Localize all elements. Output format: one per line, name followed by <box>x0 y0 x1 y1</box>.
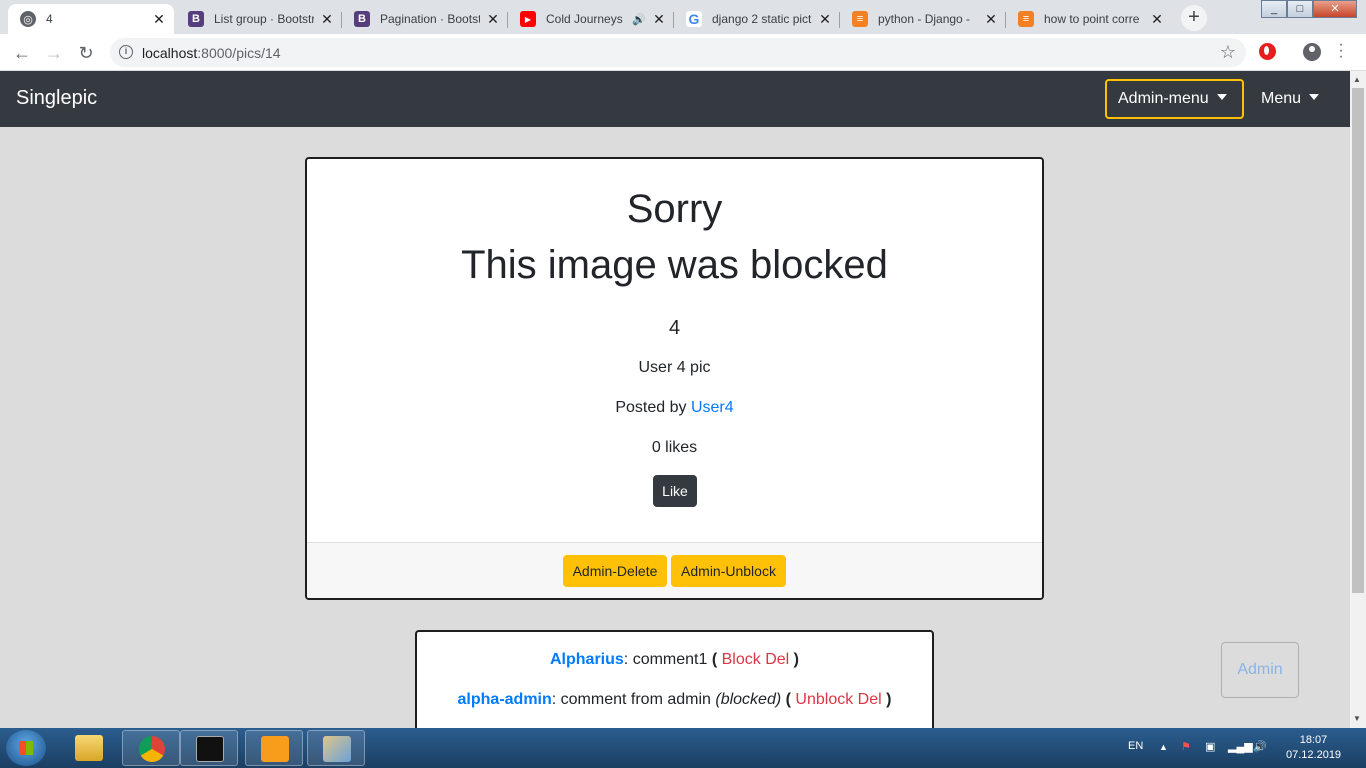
taskbar-chrome[interactable] <box>122 730 180 766</box>
comment-item: alpha-admin: comment from admin (blocked… <box>457 691 892 708</box>
tab-pagination[interactable]: B Pagination · Bootstr ✕ <box>342 4 508 34</box>
unblock-comment-link[interactable]: Unblock <box>795 691 853 708</box>
volume-icon[interactable]: 🔊 <box>1253 740 1267 753</box>
close-tab-icon[interactable]: ✕ <box>486 11 500 28</box>
sublime-icon <box>261 736 289 762</box>
site-navbar: Singlepic Admin-menu Menu <box>0 71 1350 127</box>
cmd-icon <box>196 736 224 762</box>
url-text[interactable]: localhost:8000/pics/14 <box>142 45 281 61</box>
close-tab-icon[interactable]: ✕ <box>984 11 998 28</box>
card-footer: Admin-Delete Admin-Unblock <box>307 542 1042 598</box>
blocked-note: (blocked) <box>715 691 782 708</box>
navbar-brand[interactable]: Singlepic <box>16 87 97 110</box>
close-window-icon[interactable]: ✕ <box>1313 0 1357 18</box>
picture-title: 4 <box>668 317 681 339</box>
browser-toolbar: ← → ↻ i localhost:8000/pics/14 ☆ <box>0 34 1366 71</box>
scroll-up-icon[interactable]: ▲ <box>1353 75 1361 84</box>
minimize-window-icon[interactable]: _ <box>1261 0 1287 18</box>
posted-by: Posted by User4 <box>615 399 734 416</box>
close-tab-icon[interactable]: ✕ <box>652 11 666 28</box>
network-signal-icon[interactable]: ▂▄▆ <box>1228 740 1253 753</box>
profile-icon[interactable] <box>1303 43 1321 61</box>
back-icon[interactable]: ← <box>10 41 34 65</box>
comment-author-link[interactable]: Alpharius <box>550 651 624 668</box>
caret-down-icon <box>1216 94 1227 100</box>
delete-comment-link[interactable]: Del <box>858 691 882 708</box>
admin-unblock-button[interactable]: Admin-Unblock <box>671 555 786 587</box>
taskbar-sublime[interactable] <box>245 730 303 766</box>
show-hidden-icons-icon[interactable]: ▲ <box>1159 742 1168 752</box>
tab-how-to-point[interactable]: ≡ how to point corre ✕ <box>1006 4 1172 34</box>
admin-menu-dropdown[interactable]: Admin-menu <box>1105 79 1244 119</box>
admin-delete-button[interactable]: Admin-Delete <box>563 555 667 587</box>
explorer-icon <box>75 735 103 761</box>
author-link[interactable]: User4 <box>691 399 734 416</box>
close-tab-icon[interactable]: ✕ <box>1150 11 1164 28</box>
comment-author-link[interactable]: alpha-admin <box>458 691 552 708</box>
admin-floating-button[interactable]: Admin <box>1221 642 1299 698</box>
comments-list: Alpharius: comment1 ( Block Del ) alpha-… <box>415 630 934 728</box>
reload-icon[interactable]: ↻ <box>74 41 98 65</box>
tab-django-static[interactable]: G django 2 static pict ✕ <box>674 4 840 34</box>
tab-list-group[interactable]: B List group · Bootstr ✕ <box>176 4 342 34</box>
youtube-icon: ▶ <box>520 11 536 27</box>
chrome-icon <box>139 736 165 762</box>
close-tab-icon[interactable]: ✕ <box>320 11 334 28</box>
system-clock[interactable]: 18:07 07.12.2019 <box>1286 733 1341 763</box>
close-tab-icon[interactable]: ✕ <box>152 11 166 28</box>
action-center-flag-icon[interactable]: ⚑ <box>1181 740 1191 753</box>
stackoverflow-icon: ≡ <box>1018 11 1034 27</box>
windows-taskbar: EN ▲ ⚑ ▣ ▂▄▆ 🔊 18:07 07.12.2019 <box>0 728 1366 768</box>
taskbar-explorer[interactable] <box>60 730 118 766</box>
blocked-heading-sorry: Sorry <box>626 187 723 231</box>
caret-down-icon <box>1309 94 1320 100</box>
taskbar-paint[interactable] <box>307 730 365 766</box>
stackoverflow-icon: ≡ <box>852 11 868 27</box>
bootstrap-icon: B <box>354 11 370 27</box>
browser-tab-strip: ◎ 4 ✕ B List group · Bootstr ✕ B Paginat… <box>0 0 1366 34</box>
delete-comment-link[interactable]: Del <box>765 651 789 668</box>
picture-description: User 4 pic <box>638 359 711 376</box>
paint-icon <box>323 736 351 762</box>
audio-playing-icon[interactable]: 🔊 <box>632 13 646 26</box>
page-viewport: Singlepic Admin-menu Menu Sorry This ima… <box>0 71 1350 728</box>
maximize-window-icon[interactable]: □ <box>1287 0 1313 18</box>
scrollbar-thumb[interactable] <box>1352 88 1364 593</box>
browser-menu-icon[interactable]: · · · <box>1337 37 1345 65</box>
block-comment-link[interactable]: Block <box>722 651 761 668</box>
language-indicator[interactable]: EN <box>1128 740 1143 752</box>
scroll-down-icon[interactable]: ▼ <box>1353 714 1361 723</box>
opera-extension-icon[interactable] <box>1259 43 1276 60</box>
google-icon: G <box>686 11 702 27</box>
tab-cold-journeys[interactable]: ▶ Cold Journeys 🔊 ✕ <box>508 4 674 34</box>
address-bar[interactable]: i localhost:8000/pics/14 ☆ <box>110 38 1246 67</box>
like-button[interactable]: Like <box>653 475 697 507</box>
bookmark-star-icon[interactable]: ☆ <box>1220 42 1236 63</box>
tab-python-django[interactable]: ≡ python - Django - ✕ <box>840 4 1006 34</box>
menu-dropdown[interactable]: Menu <box>1261 79 1320 119</box>
taskbar-cmd[interactable] <box>180 730 238 766</box>
site-info-icon[interactable]: i <box>119 45 133 59</box>
start-button-icon[interactable] <box>6 730 46 766</box>
bootstrap-icon: B <box>188 11 204 27</box>
likes-count: 0 likes <box>651 439 698 456</box>
device-icon[interactable]: ▣ <box>1205 740 1215 753</box>
comment-item: Alpharius: comment1 ( Block Del ) <box>550 651 799 668</box>
new-tab-button[interactable]: + <box>1181 5 1207 31</box>
close-tab-icon[interactable]: ✕ <box>818 11 832 28</box>
globe-icon: ◎ <box>20 11 36 27</box>
picture-card: Sorry This image was blocked 4 User 4 pi… <box>305 157 1044 600</box>
forward-icon[interactable]: → <box>42 41 66 65</box>
page-scrollbar[interactable]: ▲ ▼ <box>1350 71 1366 728</box>
tab-active[interactable]: ◎ 4 ✕ <box>8 4 174 34</box>
blocked-heading-message: This image was blocked <box>461 243 888 287</box>
